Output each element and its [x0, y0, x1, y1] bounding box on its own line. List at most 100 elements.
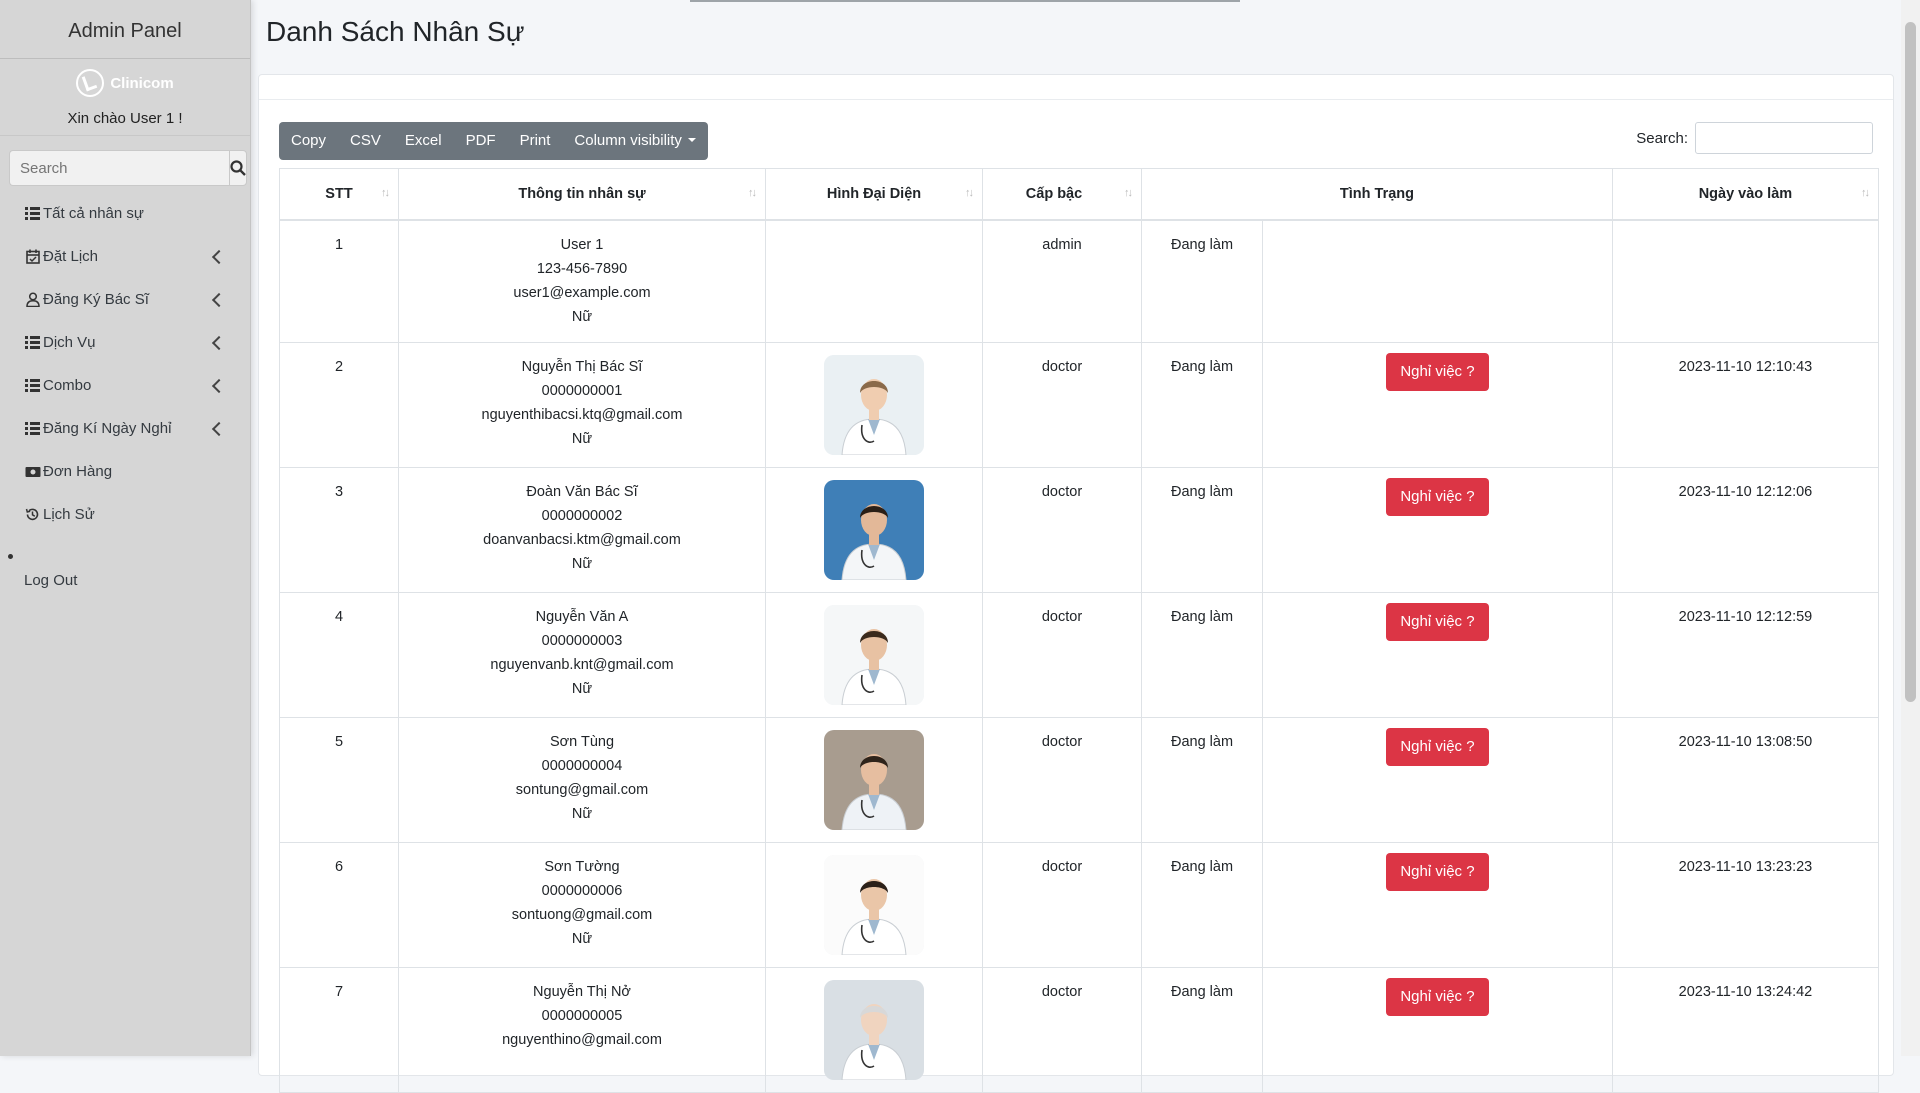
sidebar-item-booking[interactable]: Đặt Lịch: [0, 235, 250, 278]
cell-rank: doctor: [982, 592, 1142, 718]
start-date: 2023-11-10 12:10:43: [1678, 359, 1813, 375]
column-header-label: STT: [325, 186, 353, 202]
cell-rank: admin: [982, 219, 1142, 343]
chevron-left-icon: [211, 421, 227, 436]
cell-start-date: 2023-11-10 12:12:06: [1611, 467, 1880, 593]
list-icon: [24, 377, 41, 394]
quit-job-button[interactable]: Nghỉ việc ?: [1386, 353, 1489, 391]
cell-start-date: [1611, 219, 1880, 343]
sidebar-search: [9, 150, 247, 186]
staff-email: sontung@gmail.com: [515, 782, 649, 798]
column-header-label: Ngày vào làm: [1698, 186, 1793, 202]
staff-card: Copy CSV Excel PDF Print Column visibili…: [258, 74, 1894, 1093]
column-header-rank[interactable]: Cấp bậc ↑↓: [982, 168, 1142, 221]
staff-phone: 0000000003: [541, 633, 623, 649]
avatar: [824, 605, 924, 705]
staff-phone: 0000000006: [541, 883, 623, 899]
stt-value: 2: [334, 359, 344, 375]
brand-title[interactable]: Admin Panel: [0, 0, 250, 59]
export-button-group: Copy CSV Excel PDF Print Column visibili…: [279, 122, 708, 160]
cell-avatar: [765, 592, 983, 718]
stt-value: 5: [334, 734, 344, 750]
table-row: 2 Nguyễn Thị Bác Sĩ 0000000001 nguyenthibac…: [279, 342, 1880, 468]
cell-stt: 7: [279, 967, 399, 1093]
column-header-info[interactable]: Thông tin nhân sự ↑↓: [398, 168, 766, 221]
user-icon: [24, 291, 41, 308]
column-header-stt[interactable]: STT ↑↓: [279, 168, 399, 221]
table-search-input[interactable]: [1695, 122, 1873, 154]
staff-table: STT ↑↓ Thông tin nhân sự ↑↓ Hình Đại Diện ↑…: [279, 168, 1880, 1093]
quit-job-button[interactable]: Nghỉ việc ?: [1386, 603, 1489, 641]
cell-start-date: 2023-11-10 12:12:59: [1611, 592, 1880, 718]
staff-email: sontuong@gmail.com: [511, 907, 653, 923]
sidebar-search-button[interactable]: [229, 150, 247, 186]
cell-start-date: 2023-11-10 13:08:50: [1611, 717, 1880, 843]
staff-name: Nguyễn Thị Nở: [533, 984, 631, 1000]
start-date: 2023-11-10 13:08:50: [1678, 734, 1813, 750]
logout-link[interactable]: Log Out: [24, 572, 77, 589]
sort-icon: ↑↓: [965, 187, 974, 199]
cell-start-date: 2023-11-10 13:23:23: [1611, 842, 1880, 968]
pdf-button[interactable]: PDF: [454, 122, 508, 160]
cell-rank: doctor: [982, 467, 1142, 593]
avatar: [824, 480, 924, 580]
print-button[interactable]: Print: [508, 122, 563, 160]
staff-gender: Nữ: [571, 556, 593, 572]
page-scrollbar[interactable]: [1901, 0, 1920, 1056]
quit-job-button[interactable]: Nghỉ việc ?: [1386, 978, 1489, 1016]
start-date: 2023-11-10 12:12:06: [1678, 484, 1813, 500]
staff-name: Sơn Tường: [544, 859, 620, 875]
cell-action: Nghỉ việc ?: [1262, 717, 1613, 843]
avatar: [824, 980, 924, 1080]
sidebar-item-label: Đơn Hàng: [43, 463, 113, 480]
column-header-avatar[interactable]: Hình Đại Diện ↑↓: [765, 168, 983, 221]
column-visibility-button[interactable]: Column visibility: [562, 122, 708, 160]
staff-name: User 1: [560, 237, 604, 253]
cell-stt: 1: [279, 219, 399, 343]
sidebar-item-services[interactable]: Dịch Vụ: [0, 321, 250, 364]
csv-button[interactable]: CSV: [338, 122, 393, 160]
sidebar-item-leave-register[interactable]: Đăng Kí Ngày Nghỉ: [0, 407, 250, 450]
staff-name: Sơn Tùng: [549, 734, 615, 750]
cell-rank: doctor: [982, 842, 1142, 968]
status-value: Đang làm: [1170, 359, 1234, 375]
sidebar-item-label: Lịch Sử: [43, 506, 95, 523]
calendar-check-icon: [24, 248, 41, 265]
status-value: Đang làm: [1170, 484, 1234, 500]
scrollbar-thumb[interactable]: [1905, 22, 1916, 702]
column-header-start-date[interactable]: Ngày vào làm ↑↓: [1611, 168, 1880, 221]
column-header-status[interactable]: Tình Trạng: [1141, 168, 1613, 221]
staff-name: Nguyễn Thị Bác Sĩ: [521, 359, 643, 375]
excel-button[interactable]: Excel: [393, 122, 454, 160]
sidebar-item-combo[interactable]: Combo: [0, 364, 250, 407]
sidebar-item-label: Đăng Kí Ngày Nghỉ: [43, 420, 172, 437]
sidebar-item-orders[interactable]: Đơn Hàng: [0, 450, 250, 493]
sidebar-item-all-staff[interactable]: Tất cả nhân sự: [0, 192, 250, 235]
cell-stt: 5: [279, 717, 399, 843]
rank-value: admin: [1042, 237, 1082, 253]
table-row: 5 Sơn Tùng 0000000004 sontung@gmail.com Nữ do…: [279, 717, 1880, 843]
cell-stt: 3: [279, 467, 399, 593]
cell-status: Đang làm: [1141, 467, 1263, 593]
sidebar-item-label: Đặt Lịch: [43, 248, 99, 265]
list-icon: [24, 420, 41, 437]
copy-button[interactable]: Copy: [279, 122, 338, 160]
sort-asc-icon: ↑↓: [381, 187, 390, 199]
rank-value: doctor: [1041, 609, 1083, 625]
doctor-photo-icon: [824, 980, 924, 1080]
search-icon: [230, 160, 246, 176]
avatar: [824, 730, 924, 830]
staff-gender: Nữ: [571, 681, 593, 697]
quit-job-button[interactable]: Nghỉ việc ?: [1386, 853, 1489, 891]
quit-job-button[interactable]: Nghỉ việc ?: [1386, 728, 1489, 766]
quit-job-button[interactable]: Nghỉ việc ?: [1386, 478, 1489, 516]
doctor-photo-icon: [824, 855, 924, 955]
user-greeting: Xin chào User 1 !: [67, 110, 183, 127]
sidebar-search-input[interactable]: [9, 150, 229, 186]
sidebar-item-history[interactable]: Lịch Sử: [0, 493, 250, 536]
sidebar-item-doctor-register[interactable]: Đăng Ký Bác Sĩ: [0, 278, 250, 321]
cell-info: Đoàn Văn Bác Sĩ 0000000002 doanvanbacsi.kt…: [398, 467, 766, 593]
column-header-label: Hình Đại Diện: [826, 186, 922, 202]
table-header-row: STT ↑↓ Thông tin nhân sự ↑↓ Hình Đại Diện ↑…: [279, 168, 1880, 221]
page-title: Danh Sách Nhân Sự: [266, 16, 525, 47]
